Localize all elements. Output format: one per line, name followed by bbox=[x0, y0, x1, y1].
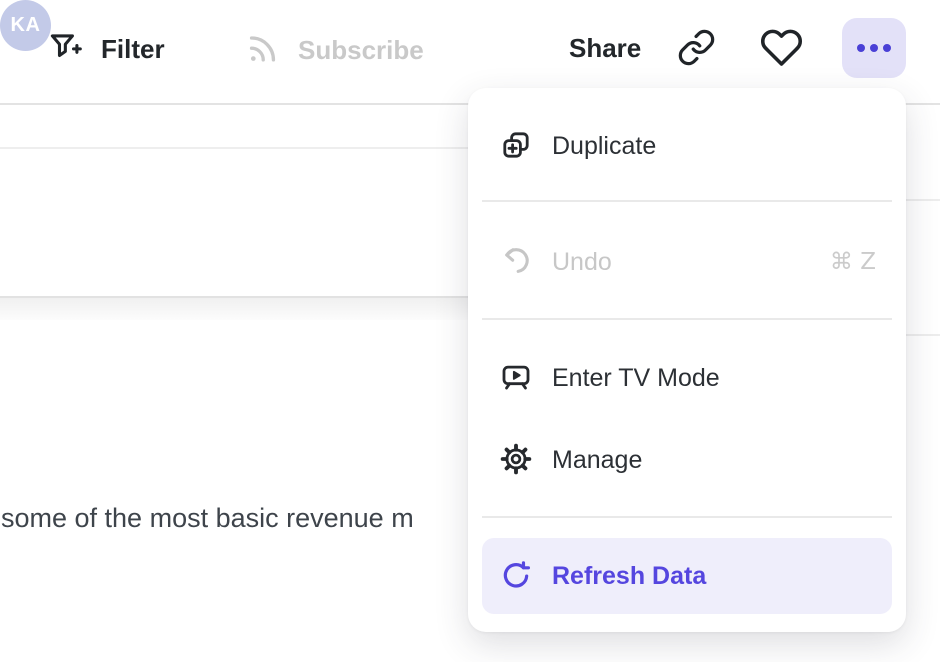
avatar[interactable]: KA bbox=[0, 0, 51, 51]
share-button[interactable]: Share bbox=[569, 33, 641, 64]
menu-divider bbox=[482, 200, 892, 202]
menu-item-label: Manage bbox=[552, 446, 642, 475]
menu-item-undo[interactable]: Undo ⌘ Z bbox=[482, 224, 892, 300]
filter-plus-icon bbox=[47, 29, 84, 69]
more-options-menu: Duplicate Undo ⌘ Z Enter TV M bbox=[468, 88, 906, 632]
favorite-button[interactable] bbox=[760, 26, 803, 72]
menu-item-label: Refresh Data bbox=[552, 562, 706, 591]
more-options-button[interactable] bbox=[842, 18, 906, 78]
menu-item-refresh-data[interactable]: Refresh Data bbox=[482, 538, 892, 614]
menu-item-manage[interactable]: Manage bbox=[482, 422, 892, 498]
menu-item-label: Undo bbox=[552, 248, 612, 277]
avatar-initials: KA bbox=[11, 14, 41, 37]
tv-mode-icon bbox=[500, 361, 532, 396]
subscribe-button[interactable]: Subscribe bbox=[245, 31, 424, 69]
menu-item-enter-tv-mode[interactable]: Enter TV Mode bbox=[482, 340, 892, 416]
refresh-icon bbox=[500, 559, 532, 594]
menu-divider bbox=[482, 516, 892, 518]
menu-item-label: Enter TV Mode bbox=[552, 364, 720, 393]
more-dots-icon bbox=[857, 44, 891, 52]
rss-icon bbox=[245, 31, 280, 69]
card-gap-band bbox=[0, 298, 470, 320]
undo-shortcut: ⌘ Z bbox=[830, 249, 876, 275]
gear-icon bbox=[500, 443, 532, 478]
duplicate-icon bbox=[500, 129, 532, 164]
filter-label: Filter bbox=[101, 34, 165, 65]
subscribe-label: Subscribe bbox=[298, 35, 424, 66]
share-label: Share bbox=[569, 33, 641, 64]
screen: some of the most basic revenue m Filter … bbox=[0, 0, 940, 662]
menu-item-label: Duplicate bbox=[552, 132, 656, 161]
undo-icon bbox=[500, 245, 532, 280]
menu-item-duplicate[interactable]: Duplicate bbox=[482, 108, 892, 184]
header-row-border bbox=[0, 147, 470, 149]
dashboard-text-fragment: some of the most basic revenue m bbox=[1, 503, 414, 534]
filter-button[interactable]: Filter bbox=[47, 29, 165, 69]
copy-link-button[interactable] bbox=[677, 28, 716, 70]
menu-divider bbox=[482, 318, 892, 320]
link-icon bbox=[677, 28, 716, 70]
heart-icon bbox=[760, 26, 803, 72]
